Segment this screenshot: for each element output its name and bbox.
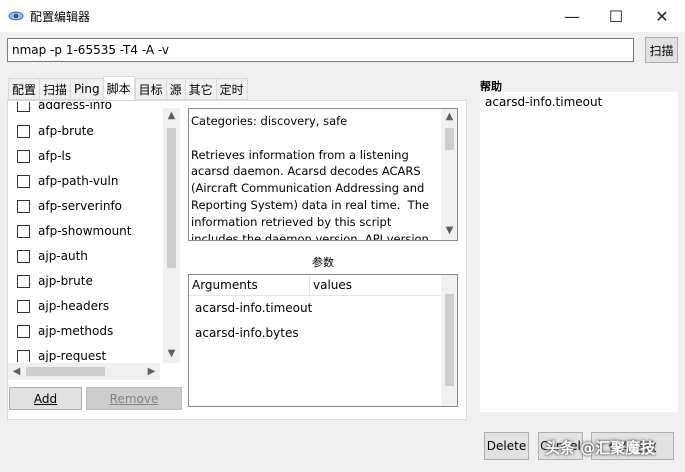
script-label: ajp-brute <box>38 274 93 288</box>
scroll-thumb[interactable] <box>445 128 454 150</box>
command-input[interactable] <box>7 38 634 62</box>
table-row[interactable]: acarsd-info.timeout <box>195 301 312 315</box>
list-item[interactable]: ajp-request <box>17 346 106 362</box>
script-label: ajp-request <box>38 349 107 362</box>
tab-other[interactable]: 其它 <box>184 78 216 100</box>
checkbox[interactable] <box>17 199 30 213</box>
column-values[interactable]: values <box>313 278 352 292</box>
checkbox[interactable] <box>17 299 30 313</box>
script-description-box[interactable]: Categories: discovery, safe Retrieves in… <box>188 108 458 241</box>
list-item[interactable]: ajp-brute <box>17 271 93 291</box>
checkbox[interactable] <box>17 274 30 288</box>
remove-button[interactable]: Remove <box>86 387 182 410</box>
tab-profile[interactable]: 配置 <box>8 78 40 100</box>
column-divider[interactable] <box>309 275 310 296</box>
script-description: Categories: discovery, safe Retrieves in… <box>191 114 430 241</box>
arguments-title: 参数 <box>312 256 334 269</box>
list-item[interactable]: afp-serverinfo <box>17 196 122 216</box>
checkbox[interactable] <box>17 124 30 138</box>
scroll-right-icon[interactable]: ▶ <box>143 366 160 377</box>
arguments-table[interactable]: Arguments values acarsd-info.timeout aca… <box>188 274 458 407</box>
arguments-header: Arguments values <box>189 275 441 296</box>
eye-icon <box>8 11 24 21</box>
scroll-down-icon[interactable]: ▼ <box>441 225 457 236</box>
list-item[interactable]: afp-ls <box>17 146 71 166</box>
scan-button[interactable]: 扫描 <box>645 37 678 63</box>
list-item[interactable]: afp-showmount <box>17 221 132 241</box>
tab-timing[interactable]: 定时 <box>215 78 248 100</box>
add-button[interactable]: Add <box>9 387 82 410</box>
watermark: 头条 @汇聚魔技 <box>545 439 656 457</box>
help-panel: acarsd-info.timeout <box>480 92 678 412</box>
script-label: afp-serverinfo <box>38 199 123 213</box>
minimize-button[interactable]: — <box>549 0 595 32</box>
scroll-up-icon[interactable]: ▲ <box>163 110 180 121</box>
close-button[interactable]: ✕ <box>639 0 685 32</box>
scroll-left-icon[interactable]: ◀ <box>8 366 25 377</box>
checkbox[interactable] <box>17 349 30 362</box>
description-vscrollbar[interactable]: ▲ ▼ <box>441 109 457 240</box>
script-label: afp-brute <box>38 124 94 138</box>
checkbox[interactable] <box>17 102 30 112</box>
tab-target[interactable]: 目标 <box>134 78 166 100</box>
checkbox[interactable] <box>17 249 30 263</box>
list-item[interactable]: ajp-headers <box>17 296 109 316</box>
tab-bar: 配置 扫描 Ping 脚本 目标 源 其它 定时 <box>8 76 248 100</box>
list-item[interactable]: afp-path-vuln <box>17 171 118 191</box>
window-title: 配置编辑器 <box>30 10 91 24</box>
script-label: afp-showmount <box>38 224 132 238</box>
script-list[interactable]: address-info afp-brute afp-ls afp-path-v… <box>8 102 163 362</box>
tab-scan[interactable]: 扫描 <box>39 78 71 100</box>
help-text: acarsd-info.timeout <box>485 95 603 109</box>
scroll-up-icon[interactable]: ▲ <box>441 111 457 122</box>
tab-ping[interactable]: Ping <box>70 78 103 100</box>
scroll-thumb[interactable] <box>167 128 176 268</box>
list-item[interactable]: address-info <box>17 102 112 115</box>
arguments-vscrollbar[interactable] <box>441 275 457 406</box>
checkbox[interactable] <box>17 324 30 338</box>
script-label: ajp-methods <box>38 324 114 338</box>
table-row[interactable]: acarsd-info.bytes <box>195 326 299 340</box>
script-label: ajp-auth <box>38 249 88 263</box>
checkbox[interactable] <box>17 149 30 163</box>
delete-button[interactable]: Delete <box>484 432 529 460</box>
tab-source[interactable]: 源 <box>165 78 185 100</box>
list-item[interactable]: ajp-auth <box>17 246 88 266</box>
hscroll-thumb[interactable] <box>26 367 105 376</box>
checkbox[interactable] <box>17 224 30 238</box>
scroll-down-icon[interactable]: ▼ <box>163 348 180 359</box>
script-list-hscrollbar[interactable]: ◀ ▶ <box>8 363 160 380</box>
title-bar: 配置编辑器 — ☐ ✕ <box>0 0 685 32</box>
list-item[interactable]: ajp-methods <box>17 321 113 341</box>
scroll-thumb[interactable] <box>445 294 454 386</box>
list-item[interactable]: afp-brute <box>17 121 94 141</box>
tab-scripting[interactable]: 脚本 <box>102 76 135 100</box>
script-label: afp-ls <box>38 149 72 163</box>
script-list-vscrollbar[interactable]: ▲ ▼ <box>163 108 180 363</box>
script-label: afp-path-vuln <box>38 174 119 188</box>
column-arguments[interactable]: Arguments <box>192 278 258 292</box>
script-label: ajp-headers <box>38 299 110 313</box>
checkbox[interactable] <box>17 174 30 188</box>
maximize-button[interactable]: ☐ <box>593 0 639 32</box>
script-label: address-info <box>38 102 112 112</box>
